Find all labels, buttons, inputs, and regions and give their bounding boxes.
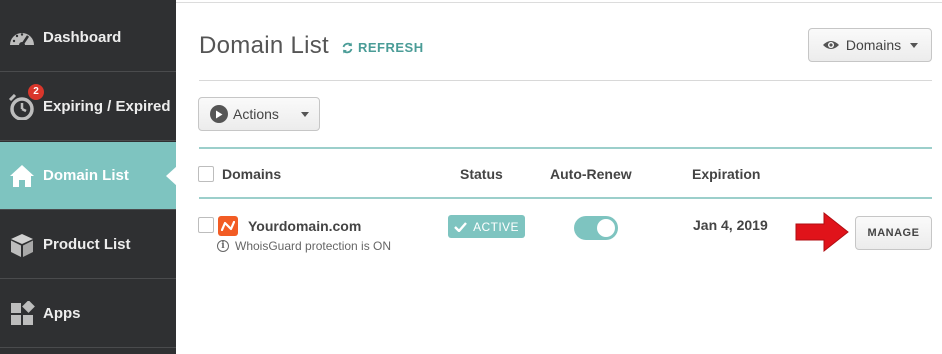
sidebar-item-dashboard[interactable]: Dashboard — [0, 4, 176, 72]
table-header-bottom-border — [199, 197, 932, 199]
refresh-label: REFRESH — [358, 40, 424, 55]
chevron-down-icon — [300, 111, 309, 117]
box-icon — [7, 230, 37, 260]
alarm-clock-icon: 2 — [7, 82, 45, 122]
expiring-count-badge: 2 — [27, 82, 45, 101]
header-divider — [199, 80, 932, 81]
sidebar-item-domain-list[interactable]: Domain List — [0, 142, 177, 210]
sidebar-item-expiring[interactable]: 2 Expiring / Expired — [0, 73, 176, 141]
eye-icon — [822, 41, 839, 49]
sidebar-item-label: Product List — [43, 236, 131, 253]
namecheap-logo-icon — [218, 216, 238, 236]
sidebar-item-label: Domain List — [43, 167, 129, 184]
actions-label: Actions — [233, 106, 279, 122]
row-checkbox[interactable] — [198, 217, 214, 233]
sidebar-item-product-list[interactable]: Product List — [0, 211, 176, 279]
apps-icon — [7, 299, 37, 329]
column-header-auto-renew[interactable]: Auto-Renew — [550, 166, 632, 182]
page-title: Domain List — [199, 32, 330, 59]
home-icon — [7, 161, 37, 191]
status-text: ACTIVE — [473, 219, 519, 234]
toggle-knob — [597, 219, 615, 237]
refresh-icon — [342, 42, 353, 53]
red-arrow-icon — [795, 211, 849, 253]
domain-name-link[interactable]: Yourdomain.com — [248, 218, 361, 234]
status-badge: ACTIVE — [448, 215, 525, 238]
sidebar-item-apps[interactable]: Apps — [0, 280, 176, 348]
view-dropdown[interactable]: Domains — [808, 28, 932, 62]
sidebar-item-label: Apps — [43, 305, 81, 322]
refresh-link[interactable]: REFRESH — [341, 40, 424, 55]
table-header-top-border — [199, 147, 932, 149]
column-header-domains[interactable]: Domains — [222, 166, 281, 182]
sidebar-item-label: Expiring / Expired — [43, 98, 171, 115]
whoisguard-note-text: WhoisGuard protection is ON — [235, 239, 392, 253]
view-dropdown-label: Domains — [845, 37, 902, 53]
info-icon: i — [217, 240, 229, 252]
sidebar: Dashboard 2 Expiring / Expired Domain Li… — [0, 0, 177, 354]
chevron-down-icon — [910, 42, 919, 48]
column-header-expiration[interactable]: Expiration — [692, 166, 760, 182]
auto-renew-toggle[interactable] — [574, 216, 618, 240]
select-all-checkbox[interactable] — [198, 166, 214, 182]
checkmark-icon — [454, 221, 468, 232]
gauge-icon — [7, 23, 37, 53]
manage-button[interactable]: MANAGE — [855, 216, 932, 250]
column-header-status[interactable]: Status — [460, 166, 503, 182]
actions-dropdown[interactable]: Actions — [198, 97, 320, 131]
whoisguard-note: i WhoisGuard protection is ON — [217, 239, 391, 253]
top-divider — [176, 2, 942, 3]
sidebar-item-label: Dashboard — [43, 29, 122, 46]
expiration-date: Jan 4, 2019 — [693, 217, 768, 233]
play-icon — [210, 105, 228, 123]
